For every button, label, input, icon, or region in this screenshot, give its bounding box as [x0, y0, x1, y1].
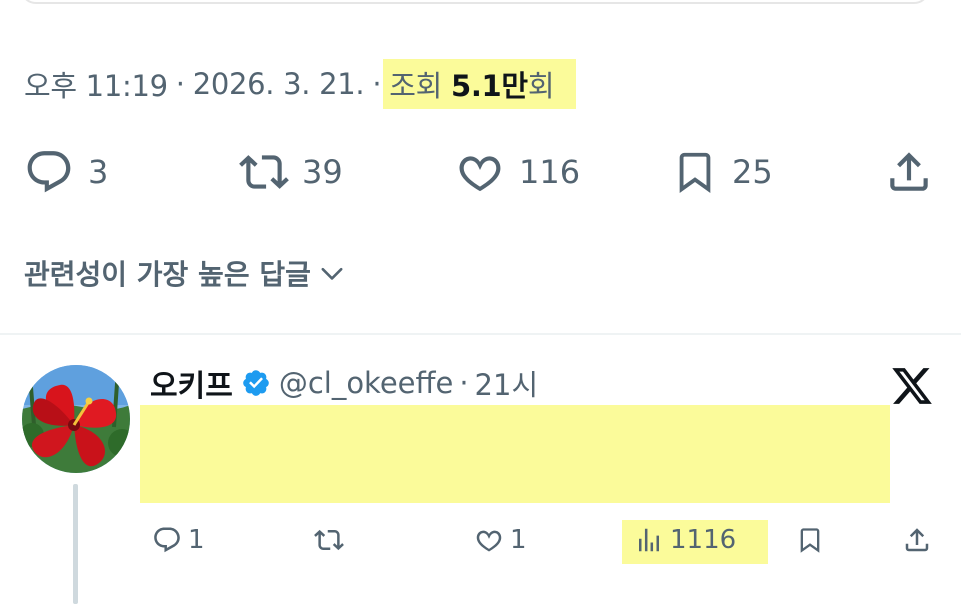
views-suffix: 회 [527, 69, 555, 103]
reply-reply-count: 1 [188, 525, 205, 555]
reply-action-bar: 1 1 1116 [0, 516, 961, 564]
tweet-meta-line: 오후 11:19 · 2026. 3. 21. · 조회 5.1만회 [24, 59, 577, 109]
tweet-date[interactable]: 2026. 3. 21. [193, 67, 365, 101]
reply-icon [154, 527, 180, 553]
bookmark-icon [679, 152, 711, 193]
verified-badge-icon [241, 368, 271, 398]
bookmark-icon [800, 528, 820, 553]
x-logo-icon [890, 364, 934, 408]
replies-sort-label: 관련성이 가장 높은 답글 [24, 258, 311, 291]
meta-separator: · [175, 67, 185, 101]
retweet-count: 39 [302, 153, 343, 191]
views-highlight[interactable]: 조회 5.1만회 [383, 59, 577, 109]
retweet-button[interactable]: 39 [236, 145, 343, 199]
reply-views-button[interactable]: 1116 [634, 516, 736, 564]
replies-sort-selector[interactable]: 관련성이 가장 높은 답글 [24, 250, 345, 296]
reply-retweet-button[interactable] [312, 516, 346, 564]
hibiscus-avatar-image [22, 365, 130, 473]
reply-share-button[interactable] [902, 516, 932, 564]
reply-header: 오키프 @cl_okeeffe · 21시 [150, 362, 538, 404]
tweet-action-bar: 3 39 116 25 [0, 145, 961, 199]
views-icon [639, 528, 659, 552]
retweet-icon [314, 529, 344, 551]
heart-icon [459, 156, 501, 192]
views-count: 5.1만 [450, 69, 528, 103]
like-button[interactable]: 116 [455, 145, 580, 199]
views-prefix: 조회 [389, 69, 443, 103]
reply-handle[interactable]: @cl_okeeffe [279, 366, 454, 400]
bookmark-button[interactable]: 25 [672, 145, 773, 199]
reply-count: 3 [88, 153, 109, 191]
redacted-reply-text [140, 405, 890, 503]
bookmark-count: 25 [732, 153, 773, 191]
reply-icon [27, 151, 71, 193]
reply-bookmark-button[interactable] [796, 516, 824, 564]
heart-icon [476, 530, 502, 552]
share-button[interactable] [884, 145, 934, 199]
reply-views-count: 1116 [670, 525, 737, 555]
meta-separator: · [372, 67, 382, 101]
retweet-icon [239, 155, 289, 189]
tweet-time[interactable]: 오후 11:19 [24, 63, 168, 105]
reply-reply-button[interactable]: 1 [152, 516, 205, 564]
reply-button[interactable]: 3 [24, 145, 108, 199]
avatar[interactable] [22, 365, 130, 473]
reply-like-count: 1 [510, 525, 527, 555]
like-count: 116 [519, 153, 581, 191]
reply-like-button[interactable]: 1 [474, 516, 527, 564]
quoted-card-edge [20, 0, 930, 4]
section-divider [0, 333, 961, 335]
chevron-down-icon [321, 267, 343, 280]
reply-time[interactable]: 21시 [475, 362, 539, 404]
share-icon [905, 528, 929, 552]
reply-dot: · [459, 366, 469, 400]
share-icon [890, 152, 928, 191]
reply-display-name[interactable]: 오키프 [150, 361, 233, 405]
